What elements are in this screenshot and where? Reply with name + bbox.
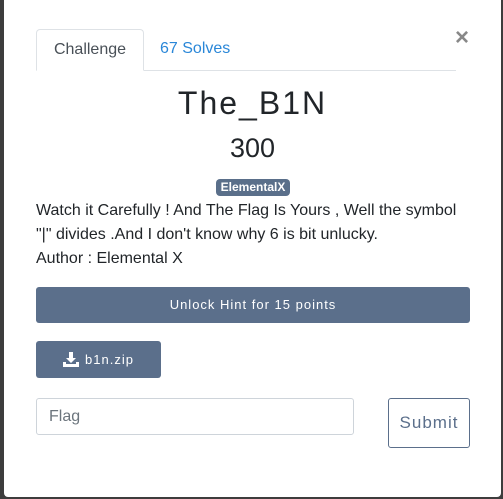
tag-badge: ElementalX xyxy=(216,179,290,196)
download-file-button[interactable]: b1n.zip xyxy=(36,341,161,378)
challenge-title: The_B1N xyxy=(177,85,328,121)
unlock-hint-button[interactable]: Unlock Hint for 15 points xyxy=(36,287,470,323)
file-name: b1n.zip xyxy=(85,352,134,367)
description-line: "|" divides .And I don't know why 6 is b… xyxy=(36,226,378,243)
download-icon xyxy=(63,352,80,367)
description-line: Watch it Carefully ! And The Flag Is You… xyxy=(36,202,457,219)
author-line: Author : Elemental X xyxy=(36,250,183,267)
tab-bar: Challenge 67 Solves xyxy=(36,29,456,71)
flag-input[interactable] xyxy=(36,398,354,435)
challenge-points: 300 xyxy=(229,133,276,163)
challenge-modal: × Challenge 67 Solves The_B1N 300 Elemen… xyxy=(4,0,501,497)
close-icon[interactable]: × xyxy=(455,26,469,50)
tab-solves[interactable]: 67 Solves xyxy=(144,29,246,69)
tab-challenge[interactable]: Challenge xyxy=(36,29,144,71)
submit-button[interactable]: Submit xyxy=(388,398,470,448)
challenge-description: Watch it Carefully ! And The Flag Is You… xyxy=(36,199,466,271)
